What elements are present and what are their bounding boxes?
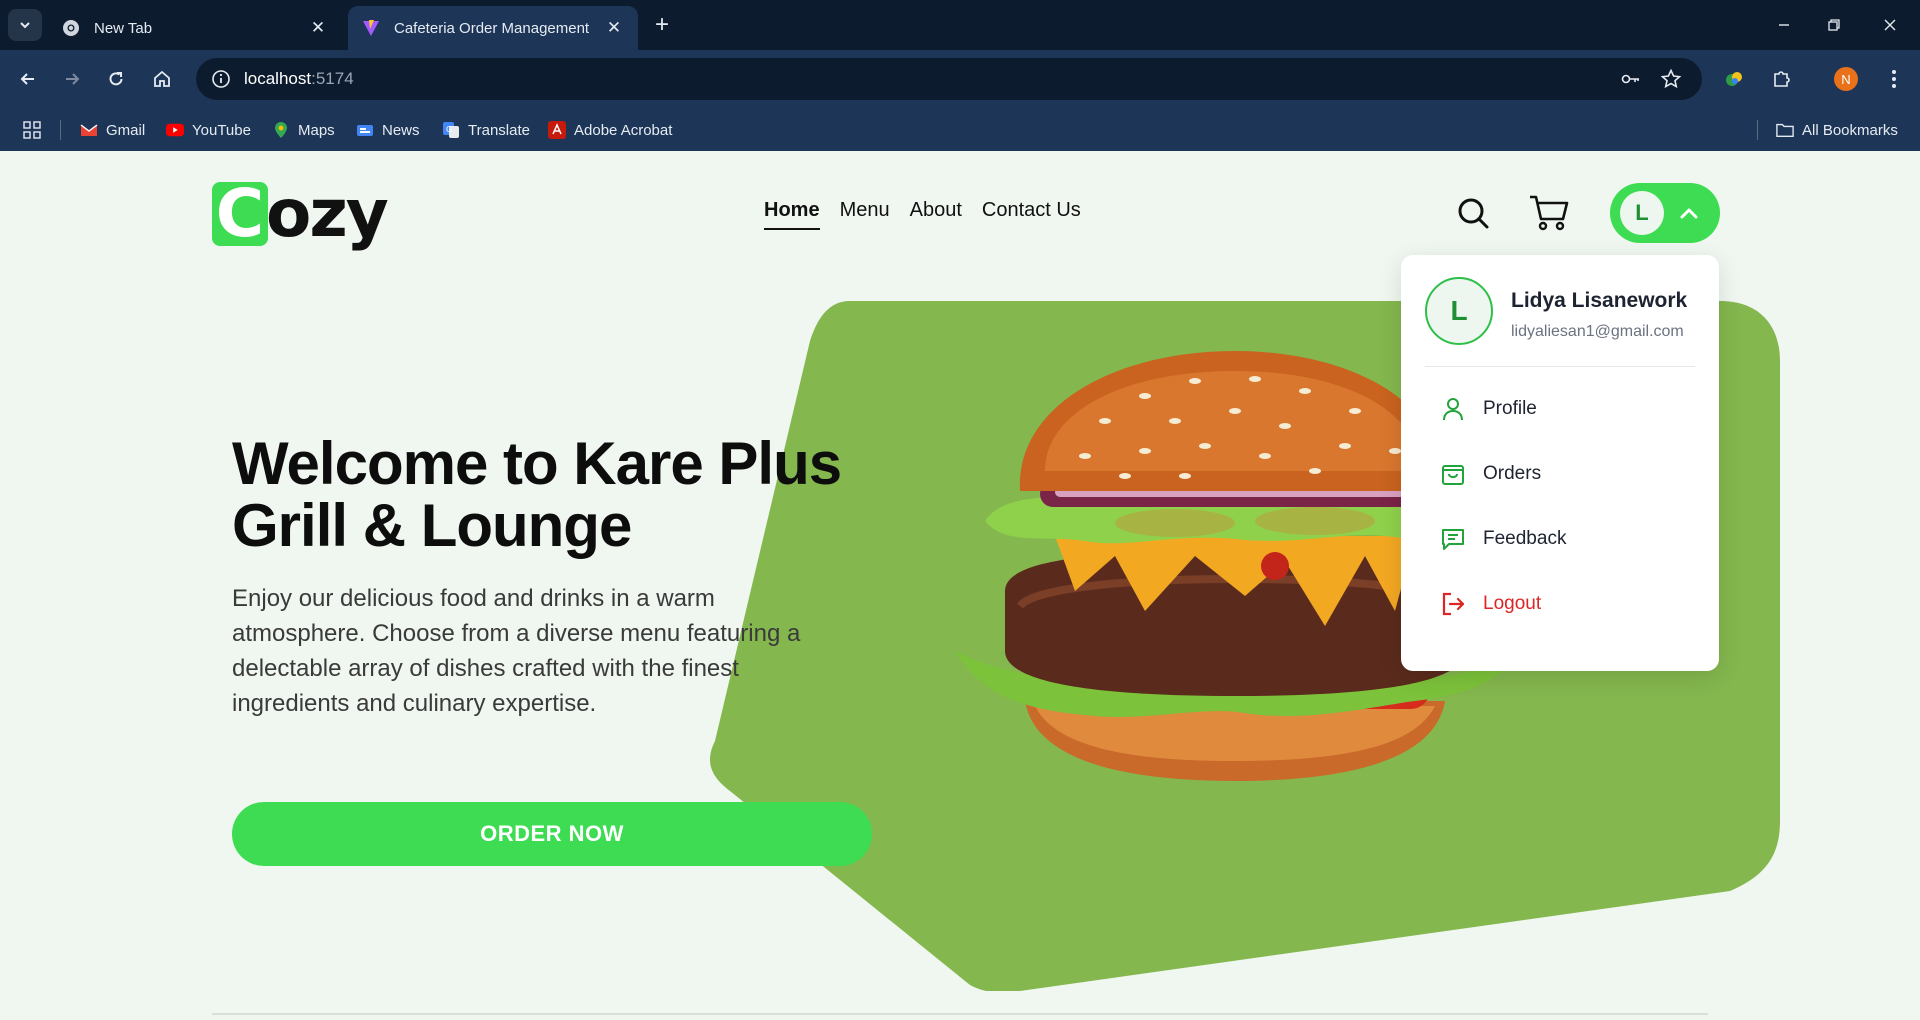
- chevron-down-icon: [20, 22, 30, 29]
- browser-tabstrip: New Tab ✕ Cafeteria Order Management ✕ +: [0, 0, 1920, 50]
- chrome-icon: [63, 20, 79, 36]
- avatar: N: [1834, 67, 1858, 91]
- user-icon: [1439, 395, 1467, 423]
- bookmark-label: YouTube: [192, 121, 251, 139]
- tab-new-tab[interactable]: New Tab ✕: [48, 6, 342, 50]
- chevron-up-icon: [1678, 202, 1700, 224]
- avatar: L: [1620, 191, 1664, 235]
- back-button[interactable]: [12, 63, 44, 95]
- gmail-icon: [80, 121, 98, 139]
- browser-toolbar: localhost:5174 N: [0, 50, 1920, 108]
- order-now-button[interactable]: ORDER NOW: [232, 802, 872, 866]
- bookmarks-bar: Gmail YouTube Maps News G Translate Adob…: [0, 108, 1920, 151]
- url-text: localhost:5174: [244, 69, 354, 88]
- message-icon: [1439, 525, 1467, 553]
- bookmark-label: News: [382, 121, 420, 139]
- shopping-bag-icon: [1439, 460, 1467, 488]
- translate-icon: G: [442, 121, 460, 139]
- divider: [60, 120, 61, 140]
- menu-item-label: Feedback: [1483, 528, 1567, 549]
- user-email: lidyaliesan1@gmail.com: [1511, 323, 1684, 340]
- reload-button[interactable]: [100, 63, 132, 95]
- bookmark-news[interactable]: News: [356, 118, 420, 142]
- svg-text:G: G: [446, 125, 452, 134]
- logout-icon: [1439, 590, 1467, 618]
- logo-text: ozy: [266, 175, 389, 252]
- search-icon[interactable]: [1451, 191, 1495, 235]
- menu-item-label: Orders: [1483, 463, 1542, 484]
- cart-icon[interactable]: [1527, 191, 1571, 235]
- user-dropdown-menu: L Lidya Lisanework lidyaliesan1@gmail.co…: [1401, 255, 1719, 671]
- menu-item-orders[interactable]: Orders: [1439, 454, 1689, 494]
- minimize-icon[interactable]: [1770, 12, 1798, 38]
- address-bar[interactable]: localhost:5174: [196, 58, 1702, 100]
- maps-icon: [272, 121, 290, 139]
- bookmark-youtube[interactable]: YouTube: [166, 118, 251, 142]
- more-menu-icon[interactable]: [1878, 63, 1910, 95]
- home-icon: [154, 70, 170, 87]
- menu-item-logout[interactable]: Logout: [1439, 584, 1689, 624]
- new-tab-button[interactable]: +: [648, 11, 676, 39]
- restore-icon[interactable]: [1820, 12, 1848, 38]
- tab-title: Cafeteria Order Management: [394, 19, 590, 37]
- arrow-left-icon: [20, 73, 34, 85]
- vite-icon: [363, 20, 379, 36]
- logo-mark: C: [212, 181, 268, 247]
- dropdown-header: L Lidya Lisanework lidyaliesan1@gmail.co…: [1425, 277, 1695, 367]
- reload-icon: [109, 72, 123, 86]
- forward-button[interactable]: [56, 63, 88, 95]
- nav-menu[interactable]: Menu: [840, 199, 890, 230]
- bookmark-label: Adobe Acrobat: [574, 121, 673, 139]
- tab-cafeteria[interactable]: Cafeteria Order Management ✕: [348, 6, 638, 50]
- password-key-icon[interactable]: [1616, 64, 1646, 94]
- news-icon: [356, 121, 374, 139]
- menu-item-label: Profile: [1483, 398, 1537, 419]
- close-icon[interactable]: ✕: [308, 18, 328, 38]
- arrow-right-icon: [66, 73, 80, 85]
- bookmark-maps[interactable]: Maps: [272, 118, 335, 142]
- nav-home[interactable]: Home: [764, 199, 820, 230]
- menu-item-label: Logout: [1483, 593, 1542, 614]
- profile-button[interactable]: N: [1830, 63, 1862, 95]
- menu-item-feedback[interactable]: Feedback: [1439, 519, 1689, 559]
- user-menu-toggle[interactable]: L: [1610, 183, 1720, 243]
- bookmark-gmail[interactable]: Gmail: [80, 118, 145, 142]
- acrobat-icon: [548, 121, 566, 139]
- extension-color-icon[interactable]: [1718, 63, 1750, 95]
- tab-title: New Tab: [94, 19, 153, 37]
- hero-description: Enjoy our delicious food and drinks in a…: [232, 585, 801, 717]
- nav-about[interactable]: About: [910, 199, 962, 230]
- divider: [1757, 120, 1758, 140]
- apps-grid-icon[interactable]: [20, 118, 44, 142]
- home-button[interactable]: [146, 63, 178, 95]
- close-window-icon[interactable]: [1876, 12, 1904, 38]
- close-icon[interactable]: ✕: [604, 18, 624, 38]
- bookmark-label: Translate: [468, 121, 530, 139]
- site-logo[interactable]: C ozy: [212, 175, 389, 252]
- bookmark-label: All Bookmarks: [1802, 121, 1898, 139]
- bookmark-translate[interactable]: G Translate: [442, 118, 530, 142]
- menu-item-profile[interactable]: Profile: [1439, 389, 1689, 429]
- youtube-icon: [166, 121, 184, 139]
- page-content: C ozy Home Menu About Contact Us L Welco…: [0, 151, 1920, 1020]
- info-icon[interactable]: [208, 66, 234, 92]
- extensions-puzzle-icon[interactable]: [1766, 63, 1798, 95]
- bookmark-label: Gmail: [106, 121, 146, 139]
- hero-title: Welcome to Kare Plus Grill & Lounge: [232, 430, 842, 559]
- tab-search-button[interactable]: [8, 9, 42, 41]
- star-icon[interactable]: [1656, 64, 1686, 94]
- user-name: Lidya Lisanework: [1511, 289, 1688, 312]
- avatar: L: [1425, 277, 1493, 345]
- bookmark-label: Maps: [298, 121, 335, 139]
- folder-icon: [1776, 121, 1794, 139]
- main-nav: Home Menu About Contact Us: [764, 199, 1081, 230]
- nav-contact-us[interactable]: Contact Us: [982, 199, 1081, 230]
- divider: [212, 1013, 1708, 1015]
- bookmark-adobe-acrobat[interactable]: Adobe Acrobat: [548, 118, 672, 142]
- all-bookmarks-button[interactable]: All Bookmarks: [1776, 118, 1898, 142]
